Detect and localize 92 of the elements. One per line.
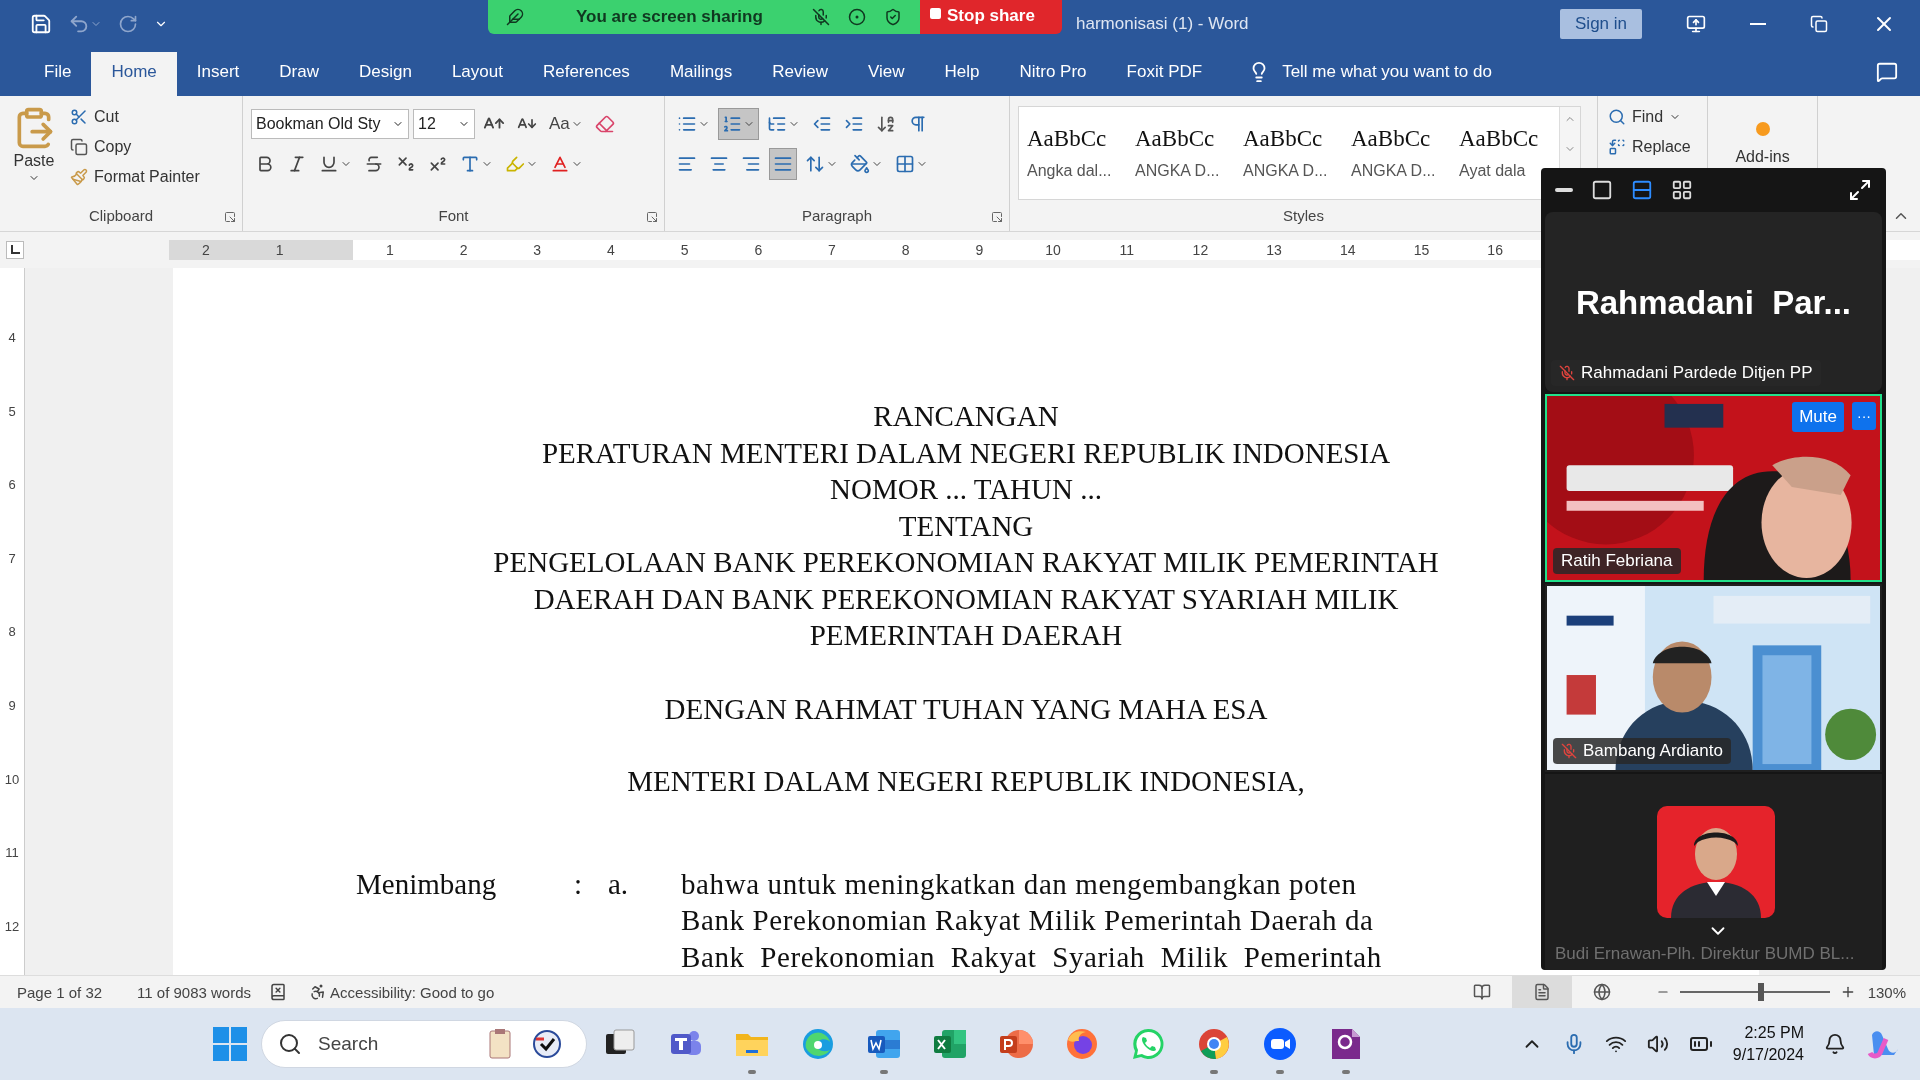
add-ins-button[interactable]: Add-ins bbox=[1716, 148, 1809, 166]
find-button[interactable]: Find bbox=[1606, 104, 1699, 130]
heading-line: PENGELOLAAN BANK PEREKONOMIAN RAKYAT MILIK PEMERINTAH bbox=[493, 546, 1439, 578]
ribbon-tab[interactable]: Insert bbox=[176, 52, 260, 96]
ruler-number: 7 bbox=[827, 241, 837, 260]
ruler-number: 6 bbox=[8, 477, 16, 495]
group-label: Clipboard bbox=[88, 206, 154, 226]
cut-button[interactable]: Cut bbox=[68, 104, 202, 130]
ruler-number: 6 bbox=[753, 241, 764, 260]
ribbon-tab[interactable]: File bbox=[24, 52, 92, 96]
ruler-number: 15 bbox=[1412, 241, 1431, 260]
ribbon-tab[interactable]: View bbox=[848, 52, 925, 96]
clock[interactable]: 2:25 PM 9/17/2024 bbox=[1732, 1022, 1804, 1066]
ruler-number: 12 bbox=[1191, 241, 1210, 260]
colon: : bbox=[574, 866, 584, 902]
participant-name: Budi Ernawan-Plh. Direktur BUMD BL... bbox=[1555, 944, 1855, 964]
minister-line: MENTERI DALAM NEGERI REPUBLIK INDONESIA, bbox=[627, 765, 1305, 797]
section-label: Menimbang bbox=[356, 866, 498, 902]
sharing-status: You are screen sharing bbox=[576, 7, 763, 27]
word-count: 11 of 9083 words bbox=[137, 983, 252, 1001]
more-button[interactable]: ··· bbox=[1852, 402, 1876, 430]
group-label: Font bbox=[438, 206, 469, 226]
copy-button[interactable]: Copy bbox=[68, 134, 202, 160]
accessibility-button[interactable]: Accessibility: Good to go bbox=[309, 983, 495, 1001]
ribbon-tab[interactable]: Help bbox=[924, 52, 1000, 96]
ribbon-tab[interactable]: Mailings bbox=[649, 52, 753, 96]
ruler-number: 3 bbox=[532, 241, 543, 260]
opening-line: DENGAN RAHMAT TUHAN YANG MAHA ESA bbox=[664, 692, 1268, 725]
stop-share-button[interactable]: Stop share bbox=[920, 0, 1062, 34]
item-letter: a. bbox=[608, 866, 630, 902]
ruler-number: 10 bbox=[1044, 241, 1062, 260]
change-case-button[interactable]: Aa bbox=[545, 108, 587, 140]
group-label: Styles bbox=[1283, 206, 1324, 226]
heading-line: PERATURAN MENTERI DALAM NEGERI REPUBLIK INDONESIA bbox=[541, 436, 1391, 469]
ruler-number: 14 bbox=[1339, 241, 1357, 260]
ruler-number: 1 bbox=[384, 241, 395, 260]
heading-line: PEMERINTAH DAERAH bbox=[809, 619, 1123, 651]
ruler-number: 4 bbox=[8, 330, 16, 347]
style-item[interactable]: AaBbCc ANGKA D... bbox=[1343, 107, 1451, 199]
paragraph-line: Bank Perekonomian Rakyat Milik Pemerintah Daerah da bbox=[681, 903, 1375, 938]
ribbon-tab[interactable]: Home bbox=[91, 52, 177, 96]
paste-button[interactable]: Paste bbox=[8, 104, 60, 205]
window-title: harmonisasi (1) - Word bbox=[1076, 14, 1249, 34]
ribbon-tab[interactable]: Review bbox=[752, 52, 848, 96]
tell-me-search[interactable]: Tell me what you want to do bbox=[1232, 52, 1508, 96]
ribbon-tab[interactable]: Draw bbox=[259, 52, 339, 96]
style-item[interactable]: AaBbCc ANGKA D... bbox=[1235, 107, 1343, 199]
ruler-number: 16 bbox=[1486, 241, 1504, 260]
heading-line: DAERAH DAN BANK PEREKONOMIAN RAKYAT SYARIAH MILIK bbox=[533, 582, 1399, 615]
style-item[interactable]: AaBbCc Angka dal... bbox=[1019, 107, 1127, 199]
font-name-field[interactable]: Bookman Old Sty bbox=[251, 109, 409, 139]
participant-name: Ratih Febriana bbox=[1553, 548, 1681, 574]
heading-line: RANCANGAN bbox=[873, 400, 1059, 432]
speaker-name: Rahmadani Par... bbox=[1575, 284, 1852, 322]
ruler-number: 9 bbox=[974, 241, 985, 260]
heading-line: TENTANG bbox=[898, 509, 1034, 542]
ruler-number: 2 bbox=[458, 241, 469, 260]
ribbon-tab[interactable]: Design bbox=[338, 52, 432, 96]
ribbon-tab[interactable]: Nitro Pro bbox=[999, 52, 1107, 96]
ribbon-tab[interactable]: Layout bbox=[431, 52, 523, 96]
style-item[interactable]: AaBbCc Ayat dala bbox=[1451, 107, 1559, 199]
format-painter-button[interactable]: Format Painter bbox=[68, 164, 202, 190]
ruler-number: 2 bbox=[200, 241, 211, 260]
heading-line: NOMOR ... TAHUN ... bbox=[830, 473, 1102, 505]
replace-button[interactable]: Replace bbox=[1606, 134, 1699, 160]
ruler-number: 7 bbox=[8, 550, 16, 568]
ruler-number: 5 bbox=[679, 241, 690, 260]
ruler-number: 12 bbox=[4, 918, 20, 936]
taskbar-search-bar[interactable]: Search bbox=[261, 1020, 587, 1068]
page-count: Page 1 of 32 bbox=[17, 983, 103, 1001]
sign-in-button[interactable]: Sign in bbox=[1560, 9, 1642, 39]
ruler-number: 10 bbox=[4, 771, 20, 789]
ruler-number: 8 bbox=[8, 624, 16, 642]
mute-button[interactable]: Mute bbox=[1792, 402, 1844, 432]
search-input[interactable]: Search bbox=[316, 1032, 470, 1056]
style-item[interactable]: AaBbCc ANGKA D... bbox=[1127, 107, 1235, 199]
group-label: Paragraph bbox=[801, 206, 873, 226]
ruler-number: 1 bbox=[274, 241, 285, 260]
zoom-level[interactable]: 130% bbox=[1867, 983, 1906, 1001]
ribbon-tab[interactable]: References bbox=[522, 52, 650, 96]
paragraph-line: Bank Perekonomian Rakyat Syariah Milik Pemerintah bbox=[681, 939, 1382, 975]
font-size-field[interactable]: 12 bbox=[413, 109, 475, 139]
participant-name: Bambang Ardianto bbox=[1553, 738, 1731, 764]
ruler-number: 9 bbox=[8, 697, 16, 715]
ruler-number: 13 bbox=[1265, 241, 1283, 260]
ruler-number: 5 bbox=[8, 403, 16, 421]
ruler-number: 8 bbox=[900, 241, 911, 260]
ruler-number: 4 bbox=[606, 241, 616, 260]
ruler-number: 11 bbox=[5, 845, 19, 863]
ruler-number: 11 bbox=[1118, 241, 1135, 260]
ribbon-tab[interactable]: Foxit PDF bbox=[1106, 52, 1223, 96]
paragraph-line: bahwa untuk meningkatkan dan mengembangkan poten bbox=[681, 866, 1358, 902]
